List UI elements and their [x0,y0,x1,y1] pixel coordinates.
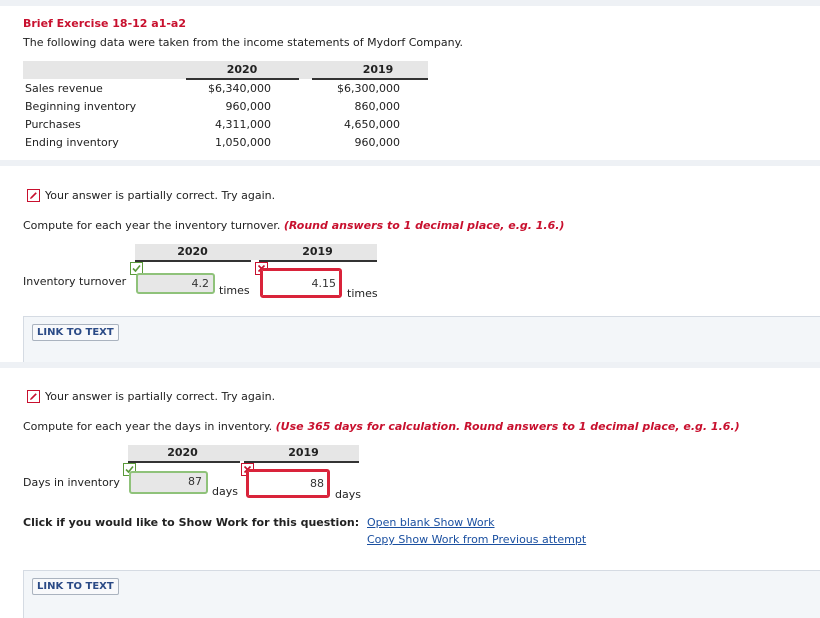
part2-unit-2020: days [212,485,238,498]
part1-status-text: Your answer is partially correct. Try ag… [45,189,276,202]
part1-status: Your answer is partially correct. Try ag… [27,189,275,202]
part2-row-label: Days in inventory [23,476,120,489]
part1-underline-2019 [259,260,377,262]
copy-show-work-link[interactable]: Copy Show Work from Previous attempt [367,533,586,546]
part1-question-text: Compute for each year the inventory turn… [23,219,281,232]
part2-link-to-text-button[interactable]: LINK TO TEXT [32,578,119,595]
part2-underline-2020 [128,461,240,463]
part2-link-panel: LINK TO TEXT [23,570,820,618]
data-row-value-2020: 960,000 [225,100,272,113]
data-row-label: Ending inventory [25,136,119,149]
pencil-icon [27,189,40,202]
data-table-underline-2020 [186,78,299,80]
days-in-inventory-2020-input[interactable]: 87 [129,471,208,494]
inventory-turnover-2019-input[interactable]: 4.15 [260,268,342,298]
part1-hint: (Round answers to 1 decimal place, e.g. … [283,219,565,232]
open-show-work-link[interactable]: Open blank Show Work [367,516,495,529]
part1-year-2020: 2020 [177,245,208,258]
part2-underline-2019 [244,461,359,463]
exercise-intro: The following data were taken from the i… [23,36,464,49]
part2-year-2019: 2019 [288,446,319,459]
part1-link-panel: LINK TO TEXT [23,316,820,366]
part2-year-2020: 2020 [167,446,198,459]
data-row-value-2019: 960,000 [354,136,401,149]
days-in-inventory-2019-input[interactable]: 88 [246,469,330,498]
data-row-label: Sales revenue [25,82,103,95]
top-band [0,0,820,6]
data-table-year-2019: 2019 [362,63,394,76]
part2-status-text: Your answer is partially correct. Try ag… [45,390,276,403]
data-row-value-2019: 860,000 [354,100,401,113]
pencil-icon [27,390,40,403]
part2-question-text: Compute for each year the days in invent… [23,420,273,433]
section-divider [0,362,820,368]
data-table-year-2020: 2020 [226,63,258,76]
data-table-underline-2019 [312,78,428,80]
part2-unit-2019: days [335,488,361,501]
part1-link-to-text-button[interactable]: LINK TO TEXT [32,324,119,341]
data-row-value-2020: 1,050,000 [215,136,271,149]
part2-status: Your answer is partially correct. Try ag… [27,390,275,403]
part1-unit-2020: times [219,284,250,297]
page: Brief Exercise 18-12 a1-a2 The following… [0,0,820,618]
part1-underline-2020 [135,260,251,262]
part1-year-2019: 2019 [302,245,333,258]
section-divider [0,160,820,166]
part1-row-label: Inventory turnover [23,275,127,288]
part2-question: Compute for each year the days in invent… [23,420,740,433]
data-row-value-2020: 4,311,000 [215,118,271,131]
part1-unit-2019: times [347,287,378,300]
part1-question: Compute for each year the inventory turn… [23,219,564,232]
show-work-prompt: Click if you would like to Show Work for… [23,516,360,529]
part2-hint: (Use 365 days for calculation. Round ans… [275,420,740,433]
inventory-turnover-2020-input[interactable]: 4.2 [136,273,215,294]
data-row-value-2020: $6,340,000 [208,82,271,95]
exercise-title: Brief Exercise 18-12 a1-a2 [23,17,187,30]
data-row-label: Beginning inventory [25,100,137,113]
data-row-value-2019: 4,650,000 [344,118,400,131]
data-row-value-2019: $6,300,000 [337,82,400,95]
data-row-label: Purchases [25,118,81,131]
